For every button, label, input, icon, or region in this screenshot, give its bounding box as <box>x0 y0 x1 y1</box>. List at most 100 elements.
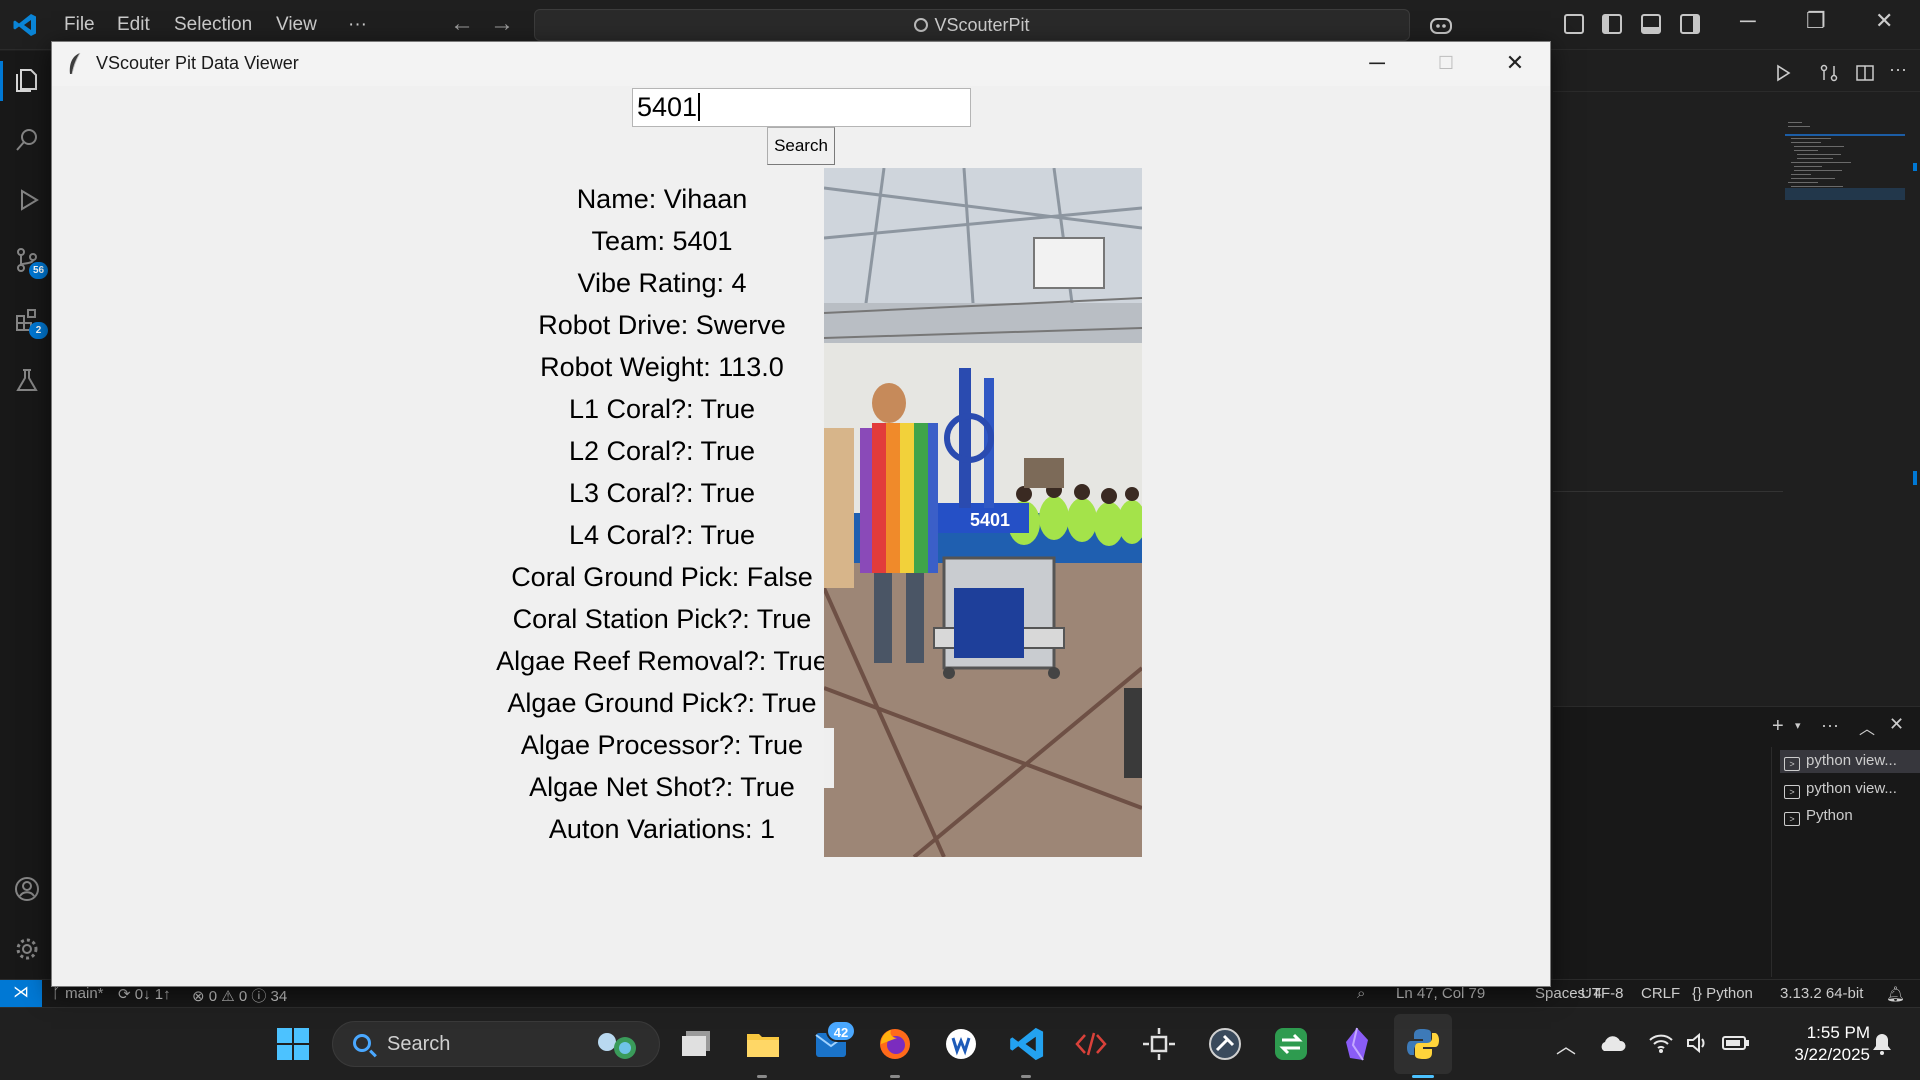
robot-bumper-number: 5401 <box>970 510 1010 530</box>
editor-more-icon[interactable]: ··· <box>1889 59 1907 80</box>
vscode-close-icon[interactable]: ✕ <box>1875 8 1893 34</box>
field-robot-drive: Robot Drive: Swerve <box>538 310 786 340</box>
problems-status[interactable]: ⊗ 0 ⚠ 0 ⓘ 34 <box>192 985 287 1006</box>
sync-status[interactable]: ⟳ 0↓ 1↑ <box>118 985 171 1003</box>
show-hidden-icons-icon[interactable]: ︿ <box>1556 1030 1576 1059</box>
terminal-item[interactable]: > python view... <box>1780 750 1920 773</box>
vscode-minimize-icon[interactable]: ─ <box>1740 8 1756 34</box>
terminal-item[interactable]: > Python <box>1780 805 1857 828</box>
copilot-icon[interactable] <box>1428 12 1454 38</box>
toggle-secondary-sidebar-icon[interactable] <box>1680 14 1700 34</box>
branch-status[interactable]: ᚴ main* <box>52 985 104 1002</box>
language-mode[interactable]: {} Python <box>1692 985 1753 1002</box>
field-l2-coral: L2 Coral?: True <box>568 436 756 466</box>
app-icon[interactable] <box>942 1025 980 1063</box>
settings-sun-icon[interactable] <box>1140 1025 1178 1063</box>
sync-app-icon[interactable] <box>1272 1025 1310 1063</box>
field-coral-station-pick: Coral Station Pick?: True <box>512 604 812 634</box>
line-endings[interactable]: CRLF <box>1641 985 1680 1002</box>
maximize-icon: ☐ <box>1437 53 1455 73</box>
remote-indicator-icon[interactable]: ⋊ <box>0 980 42 1008</box>
record-fields: Name: Vihaan Team: 5401 Vibe Rating: 4 R… <box>452 178 872 850</box>
activity-bar: 56 2 <box>0 51 52 979</box>
encoding[interactable]: UTF-8 <box>1581 985 1624 1002</box>
field-algae-ground-pick: Algae Ground Pick?: True <box>507 688 817 718</box>
zoom-icon[interactable]: ⌕ <box>1357 985 1365 1002</box>
taskbar-clock[interactable]: 1:55 PM 3/22/2025 <box>1760 1022 1870 1066</box>
field-algae-reef-removal: Algae Reef Removal?: True <box>496 646 828 676</box>
split-editor-icon[interactable] <box>1855 63 1875 83</box>
task-view-icon[interactable] <box>678 1025 716 1063</box>
run-debug-icon[interactable] <box>13 186 41 214</box>
customize-layout-icon[interactable] <box>1564 14 1584 34</box>
toggle-sidebar-icon[interactable] <box>1602 14 1622 34</box>
firefox-icon[interactable] <box>876 1025 914 1063</box>
field-l4-coral: L4 Coral?: True <box>568 520 756 550</box>
sync-icon: ⟳ <box>118 986 135 1003</box>
menu-view[interactable]: View <box>276 14 317 36</box>
notification-center-icon[interactable] <box>1870 1032 1894 1056</box>
close-icon[interactable]: ✕ <box>1492 48 1538 80</box>
terminal-list-divider <box>1771 747 1772 977</box>
close-panel-icon[interactable]: ✕ <box>1889 714 1904 735</box>
menu-selection[interactable]: Selection <box>174 14 252 36</box>
run-python-file-icon[interactable] <box>1773 63 1793 83</box>
obsidian-icon[interactable] <box>1338 1025 1376 1063</box>
toggle-panel-icon[interactable] <box>1641 14 1661 34</box>
field-l1-coral: L1 Coral?: True <box>568 394 756 424</box>
menu-more[interactable]: ··· <box>348 14 367 36</box>
git-branch-icon: ᚴ <box>52 985 66 1002</box>
running-indicator <box>1021 1075 1031 1078</box>
windows-start-icon[interactable] <box>274 1025 312 1063</box>
notifications-bell-icon[interactable]: 🔔︎ <box>1886 985 1905 1003</box>
new-terminal-icon[interactable]: + <box>1772 715 1784 738</box>
volume-icon[interactable] <box>1686 1032 1710 1054</box>
accounts-icon[interactable] <box>13 875 41 903</box>
menu-edit[interactable]: Edit <box>117 14 150 36</box>
cursor-position[interactable]: Ln 47, Col 79 <box>1396 985 1485 1002</box>
manage-gear-icon[interactable] <box>13 935 41 963</box>
field-algae-processor: Algae Processor?: True <box>520 730 804 760</box>
gavel-app-icon[interactable] <box>1206 1025 1244 1063</box>
python-interpreter[interactable]: 3.13.2 64-bit <box>1780 985 1863 1002</box>
search-icon <box>353 1034 371 1052</box>
minimize-icon[interactable]: ─ <box>1354 48 1400 80</box>
terminal-item[interactable]: > python view... <box>1780 778 1901 801</box>
onedrive-cloud-icon[interactable] <box>1598 1034 1626 1052</box>
field-robot-weight: Robot Weight: 113.0 <box>540 352 784 382</box>
file-explorer-icon[interactable] <box>744 1025 782 1063</box>
python-taskbar-icon[interactable] <box>1404 1025 1442 1063</box>
running-indicator <box>890 1075 900 1078</box>
dev-tool-icon[interactable] <box>1072 1025 1110 1063</box>
terminal-icon: > <box>1784 785 1800 799</box>
vscode-logo-icon <box>13 14 36 36</box>
field-l3-coral: L3 Coral?: True <box>568 478 756 508</box>
explorer-icon[interactable] <box>13 66 41 94</box>
vscode-restore-icon[interactable]: ❐ <box>1806 8 1826 34</box>
terminal-icon: > <box>1784 757 1800 771</box>
source-control-badge: 56 <box>29 262 48 279</box>
scroll-marker <box>1913 163 1917 171</box>
battery-icon[interactable] <box>1722 1034 1750 1052</box>
sync-label: 0↓ 1↑ <box>134 986 171 1003</box>
window-titlebar: VScouter Pit Data Viewer ─ ☐ ✕ <box>52 42 1550 86</box>
open-changes-icon[interactable] <box>1819 63 1839 83</box>
terminal-dropdown-icon[interactable]: ▾ <box>1795 719 1801 732</box>
testing-icon[interactable] <box>13 366 41 394</box>
branch-label: main* <box>65 985 104 1002</box>
tk-feather-icon <box>69 52 81 75</box>
vscode-taskbar-icon[interactable] <box>1008 1025 1046 1063</box>
back-arrow-icon[interactable]: ← <box>450 10 474 38</box>
search-icon[interactable] <box>13 126 41 154</box>
forward-arrow-icon[interactable]: → <box>490 10 514 38</box>
window-title: VScouter Pit Data Viewer <box>96 53 299 73</box>
panel-more-icon[interactable]: ··· <box>1821 715 1839 736</box>
wifi-icon[interactable] <box>1648 1032 1674 1054</box>
search-button[interactable]: Search <box>767 127 835 165</box>
menu-file[interactable]: File <box>64 14 95 36</box>
team-search-input[interactable]: 5401 <box>632 88 971 127</box>
minimap[interactable] <box>1785 120 1905 220</box>
command-center[interactable]: VScouterPit <box>534 9 1410 41</box>
taskbar-search[interactable]: Search <box>332 1021 660 1067</box>
maximize-panel-icon[interactable]: ︿ <box>1859 715 1875 739</box>
